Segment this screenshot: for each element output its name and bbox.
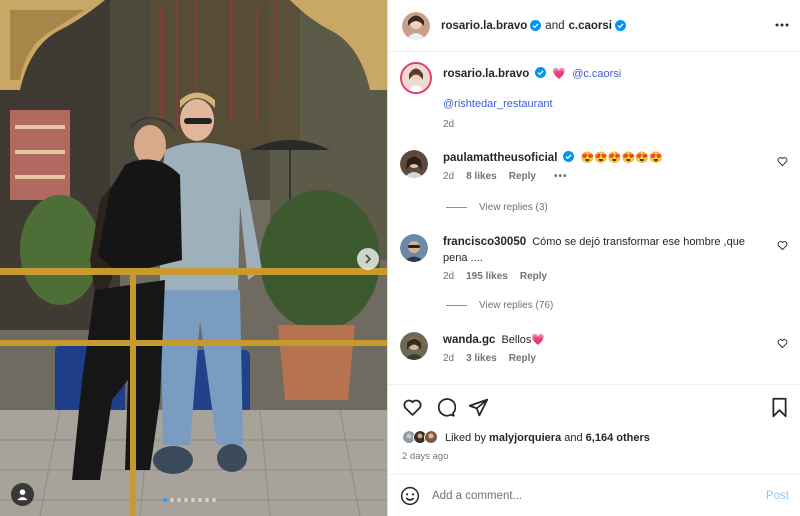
carousel-dot: [163, 498, 167, 502]
heart-icon[interactable]: [777, 240, 788, 251]
caption-username[interactable]: rosario.la.bravo: [443, 68, 529, 80]
view-replies-button[interactable]: View replies (76): [446, 300, 553, 311]
author-names: rosario.la.bravo and c.caorsi: [441, 20, 626, 32]
verified-badge-icon: [535, 67, 547, 78]
verified-badge-icon: [530, 20, 542, 31]
share-icon[interactable]: [468, 397, 489, 418]
verified-badge-icon: [563, 151, 575, 162]
comment-likes[interactable]: 195 likes: [466, 269, 508, 285]
reply-button[interactable]: Reply: [509, 351, 536, 367]
heart-icon[interactable]: [777, 156, 788, 167]
carousel-dot: [184, 498, 188, 502]
more-options-icon[interactable]: [775, 18, 789, 32]
comment-text: 😍😍😍😍😍😍: [580, 152, 663, 164]
liked-by-and: and: [564, 431, 583, 444]
view-replies-label: View replies (76): [479, 300, 554, 311]
comment-meta: 2d 8 likes Reply •••: [443, 169, 763, 185]
comment-username[interactable]: francisco30050: [443, 236, 526, 248]
photo-scene: [0, 0, 387, 516]
comment-input[interactable]: [432, 489, 766, 502]
comment-username[interactable]: paulamattheusoficial: [443, 152, 557, 164]
caption-time: 2d: [443, 119, 455, 130]
chevron-right-icon: [365, 254, 372, 264]
caption-mention-link[interactable]: @c.caorsi: [572, 68, 621, 80]
view-replies-label: View replies (3): [479, 202, 548, 213]
add-comment-bar: Post: [388, 474, 800, 516]
post-photo[interactable]: [0, 0, 387, 516]
collaborator-username[interactable]: c.caorsi: [568, 20, 611, 32]
emoji-icon[interactable]: [400, 486, 420, 506]
comment-text: Bellos💗: [501, 334, 546, 346]
liked-by-prefix: Liked by: [445, 431, 486, 444]
liker-avatars: [402, 430, 439, 445]
commenter-avatar[interactable]: [400, 234, 428, 262]
comment-icon[interactable]: [435, 397, 456, 418]
post-date: 2 days ago: [402, 451, 449, 462]
comment-likes[interactable]: 3 likes: [466, 351, 497, 367]
carousel-dot: [177, 498, 181, 502]
liked-by-others[interactable]: 6,164 others: [586, 432, 650, 444]
comment-likes[interactable]: 8 likes: [466, 169, 497, 185]
carousel-dot: [170, 498, 174, 502]
comment-meta: 2d 3 likes Reply: [443, 351, 763, 367]
carousel-dot: [198, 498, 202, 502]
reply-button[interactable]: Reply: [520, 269, 547, 285]
bookmark-icon[interactable]: [770, 397, 789, 418]
post-header: rosario.la.bravo and c.caorsi: [388, 0, 800, 52]
caption-emoji: 💗: [552, 68, 567, 80]
commenter-avatar[interactable]: [400, 332, 428, 360]
and-text: and: [545, 19, 565, 32]
carousel-indicator: [163, 498, 216, 502]
heart-icon[interactable]: [777, 338, 788, 349]
liked-by-user[interactable]: malyjorquiera: [489, 432, 561, 444]
carousel-dot: [212, 498, 216, 502]
user-icon: [17, 489, 28, 501]
caption-avatar[interactable]: [400, 62, 432, 94]
next-slide-button[interactable]: [357, 248, 379, 270]
comment-time: 2d: [443, 171, 455, 182]
carousel-dot: [191, 498, 195, 502]
author-avatar[interactable]: [402, 11, 430, 40]
comment-username[interactable]: wanda.gc: [443, 334, 495, 346]
post-detail-panel: rosario.la.bravo and c.caorsi rosario.la…: [387, 0, 800, 516]
author-username[interactable]: rosario.la.bravo: [441, 20, 527, 32]
post-actions: Liked by malyjorquiera and 6,164 others …: [388, 384, 800, 474]
post-comment-button[interactable]: Post: [766, 490, 789, 502]
like-heart-icon[interactable]: [402, 397, 423, 418]
caption-mention-link[interactable]: @rishtedar_restaurant: [443, 98, 553, 110]
tagged-users-button[interactable]: [11, 483, 34, 506]
view-replies-button[interactable]: View replies (3): [446, 202, 548, 213]
carousel-dot: [205, 498, 209, 502]
comment-meta: 2d 195 likes Reply: [443, 269, 763, 285]
commenter-avatar[interactable]: [400, 150, 428, 178]
comment-options-button[interactable]: •••: [554, 169, 568, 185]
comment-time: 2d: [443, 271, 455, 282]
reply-button[interactable]: Reply: [509, 169, 536, 185]
likes-summary: Liked by malyjorquiera and 6,164 others: [402, 430, 650, 445]
verified-badge-icon: [614, 20, 626, 31]
comment-time: 2d: [443, 353, 455, 364]
liker-avatar[interactable]: [424, 430, 439, 445]
